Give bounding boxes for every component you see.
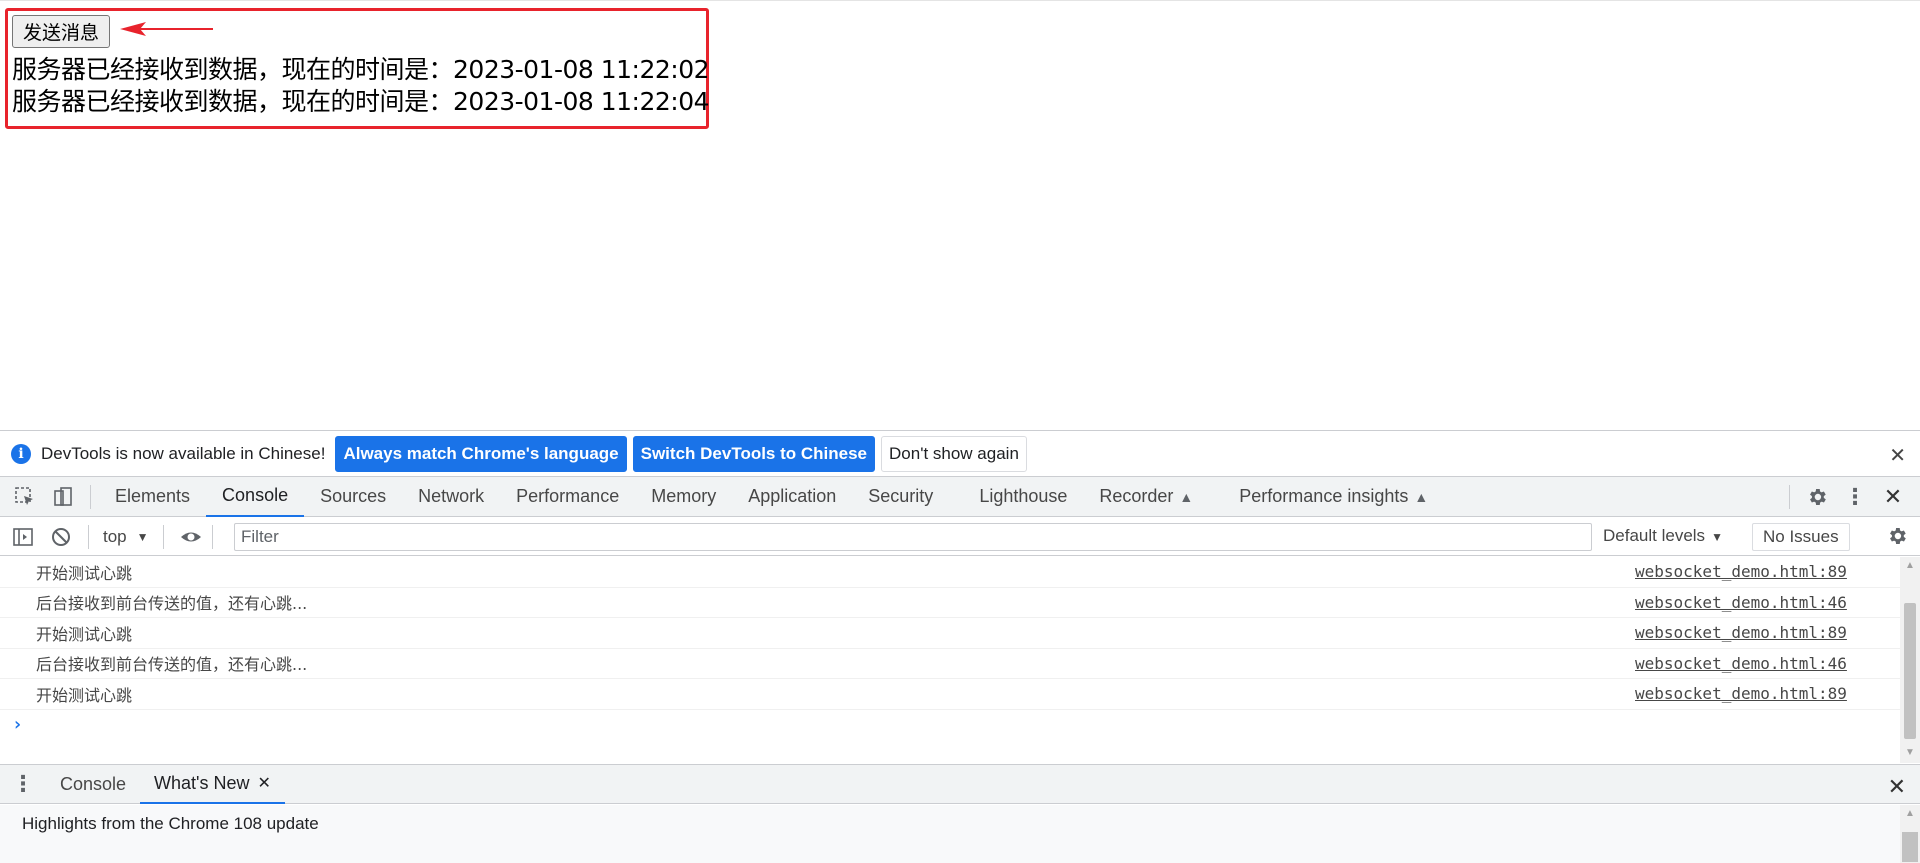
drawer-scrollbar[interactable]: ▲ bbox=[1900, 805, 1920, 863]
log-source-link[interactable]: websocket_demo.html:89 bbox=[1635, 623, 1847, 642]
inspect-element-icon[interactable] bbox=[6, 478, 44, 516]
issues-counter-button[interactable]: No Issues bbox=[1752, 523, 1850, 551]
log-levels-dropdown[interactable]: Default levels ▼ bbox=[1603, 526, 1723, 546]
divider bbox=[1789, 485, 1790, 509]
close-drawer-icon[interactable]: ✕ bbox=[1888, 774, 1906, 800]
tab-recorder-label: Recorder bbox=[1099, 486, 1174, 506]
tab-memory[interactable]: Memory bbox=[635, 477, 732, 517]
tab-recorder[interactable]: Recorder ▲ bbox=[1083, 477, 1209, 517]
console-log-row: 后台接收到前台传送的值，还有心跳... websocket_demo.html:… bbox=[0, 588, 1900, 618]
scroll-up-arrow-icon[interactable]: ▲ bbox=[1905, 808, 1915, 819]
console-log-row: 开始测试心跳 websocket_demo.html:89 bbox=[0, 618, 1900, 649]
log-source-link[interactable]: websocket_demo.html:89 bbox=[1635, 562, 1847, 581]
server-message: 服务器已经接收到数据，现在的时间是：2023-01-08 11:22:04 bbox=[12, 87, 710, 116]
prompt-chevron-icon: › bbox=[12, 714, 23, 735]
always-match-language-button[interactable]: Always match Chrome's language bbox=[335, 435, 627, 472]
devtools-panel: i DevTools is now available in Chinese! … bbox=[0, 430, 1920, 863]
dropdown-triangle-icon: ▼ bbox=[136, 529, 149, 544]
devtools-tab-bar: Elements Console Sources Network Perform… bbox=[0, 477, 1920, 517]
log-source-link[interactable]: websocket_demo.html:46 bbox=[1635, 654, 1847, 673]
tab-sources[interactable]: Sources bbox=[304, 477, 402, 517]
log-message: 开始测试心跳 bbox=[36, 563, 133, 583]
tab-elements[interactable]: Elements bbox=[99, 477, 206, 517]
console-log-row: 开始测试心跳 websocket_demo.html:89 bbox=[0, 557, 1900, 588]
divider bbox=[88, 524, 89, 549]
experimental-flask-icon: ▲ bbox=[1179, 488, 1194, 505]
tab-network[interactable]: Network bbox=[402, 477, 500, 517]
log-source-link[interactable]: websocket_demo.html:89 bbox=[1635, 684, 1847, 703]
drawer-menu-icon[interactable]: ⋮ bbox=[0, 771, 46, 797]
drawer-tab-bar: ⋮ Console What's New ✕ ✕ bbox=[0, 764, 1920, 804]
drawer-tab-console[interactable]: Console bbox=[46, 764, 140, 804]
divider bbox=[162, 524, 164, 549]
tab-application[interactable]: Application bbox=[732, 477, 852, 517]
dont-show-again-button[interactable]: Don't show again bbox=[881, 435, 1027, 472]
tab-lighthouse[interactable]: Lighthouse bbox=[963, 477, 1083, 517]
language-infobar: i DevTools is now available in Chinese! … bbox=[0, 431, 1920, 477]
tab-bar-actions: ⋮ ✕ bbox=[1781, 477, 1920, 517]
experimental-flask-icon: ▲ bbox=[1414, 488, 1429, 505]
tab-performance[interactable]: Performance bbox=[500, 477, 635, 517]
log-levels-value: Default levels bbox=[1603, 526, 1706, 545]
tab-security[interactable]: Security bbox=[852, 477, 949, 517]
context-selector[interactable]: top ▼ bbox=[97, 527, 155, 547]
server-message: 服务器已经接收到数据，现在的时间是：2023-01-08 11:22:02 bbox=[12, 55, 710, 84]
context-selector-value: top bbox=[103, 526, 127, 546]
close-tab-icon[interactable]: ✕ bbox=[258, 773, 271, 793]
scroll-thumb[interactable] bbox=[1902, 832, 1918, 862]
close-devtools-icon[interactable]: ✕ bbox=[1874, 478, 1912, 516]
live-expression-eye-icon[interactable] bbox=[172, 518, 210, 556]
drawer-tab-whats-new-label: What's New bbox=[154, 772, 250, 793]
tab-performance-insights[interactable]: Performance insights ▲ bbox=[1223, 477, 1444, 517]
scroll-up-arrow-icon[interactable]: ▲ bbox=[1905, 560, 1915, 571]
scroll-thumb[interactable] bbox=[1904, 603, 1916, 739]
console-log-row: 开始测试心跳 websocket_demo.html:89 bbox=[0, 679, 1900, 710]
tab-performance-insights-label: Performance insights bbox=[1239, 486, 1409, 506]
console-prompt[interactable]: › bbox=[0, 710, 1900, 740]
whats-new-headline: Highlights from the Chrome 108 update bbox=[22, 814, 319, 833]
close-infobar-icon[interactable]: ✕ bbox=[1889, 443, 1906, 468]
dropdown-triangle-icon: ▼ bbox=[1711, 530, 1723, 544]
whats-new-panel: Highlights from the Chrome 108 update bbox=[0, 805, 1900, 863]
console-settings-gear-icon[interactable] bbox=[1886, 525, 1908, 552]
log-source-link[interactable]: websocket_demo.html:46 bbox=[1635, 593, 1847, 612]
send-message-button[interactable]: 发送消息 bbox=[12, 15, 111, 48]
log-message: 开始测试心跳 bbox=[36, 685, 133, 705]
infobar-message: DevTools is now available in Chinese! bbox=[41, 443, 326, 463]
log-message: 开始测试心跳 bbox=[36, 624, 133, 644]
console-scrollbar[interactable]: ▲ ▼ bbox=[1900, 557, 1920, 763]
tab-console[interactable]: Console bbox=[206, 477, 305, 517]
web-page: 发送消息 服务器已经接收到数据，现在的时间是：2023-01-08 11:22:… bbox=[0, 0, 1920, 430]
console-log-row: 后台接收到前台传送的值，还有心跳... websocket_demo.html:… bbox=[0, 649, 1900, 679]
clear-console-icon[interactable] bbox=[42, 518, 80, 556]
drawer-tab-whats-new[interactable]: What's New ✕ bbox=[140, 764, 285, 804]
annotation-arrow-icon bbox=[120, 22, 213, 36]
console-toolbar: top ▼ Default levels ▼ No Issues bbox=[0, 518, 1920, 556]
show-sidebar-icon[interactable] bbox=[4, 518, 42, 556]
info-icon: i bbox=[11, 443, 31, 464]
switch-to-chinese-button[interactable]: Switch DevTools to Chinese bbox=[632, 435, 876, 472]
log-message: 后台接收到前台传送的值，还有心跳... bbox=[36, 594, 308, 614]
device-toolbar-icon[interactable] bbox=[44, 478, 82, 516]
scroll-down-arrow-icon[interactable]: ▼ bbox=[1905, 747, 1915, 758]
divider bbox=[90, 484, 91, 509]
log-message: 后台接收到前台传送的值，还有心跳... bbox=[36, 655, 308, 675]
settings-gear-icon[interactable] bbox=[1798, 478, 1836, 516]
more-options-icon[interactable]: ⋮ bbox=[1836, 478, 1874, 516]
divider bbox=[211, 524, 213, 549]
console-output: 开始测试心跳 websocket_demo.html:89 后台接收到前台传送的… bbox=[0, 557, 1900, 763]
filter-input[interactable] bbox=[234, 523, 1592, 551]
